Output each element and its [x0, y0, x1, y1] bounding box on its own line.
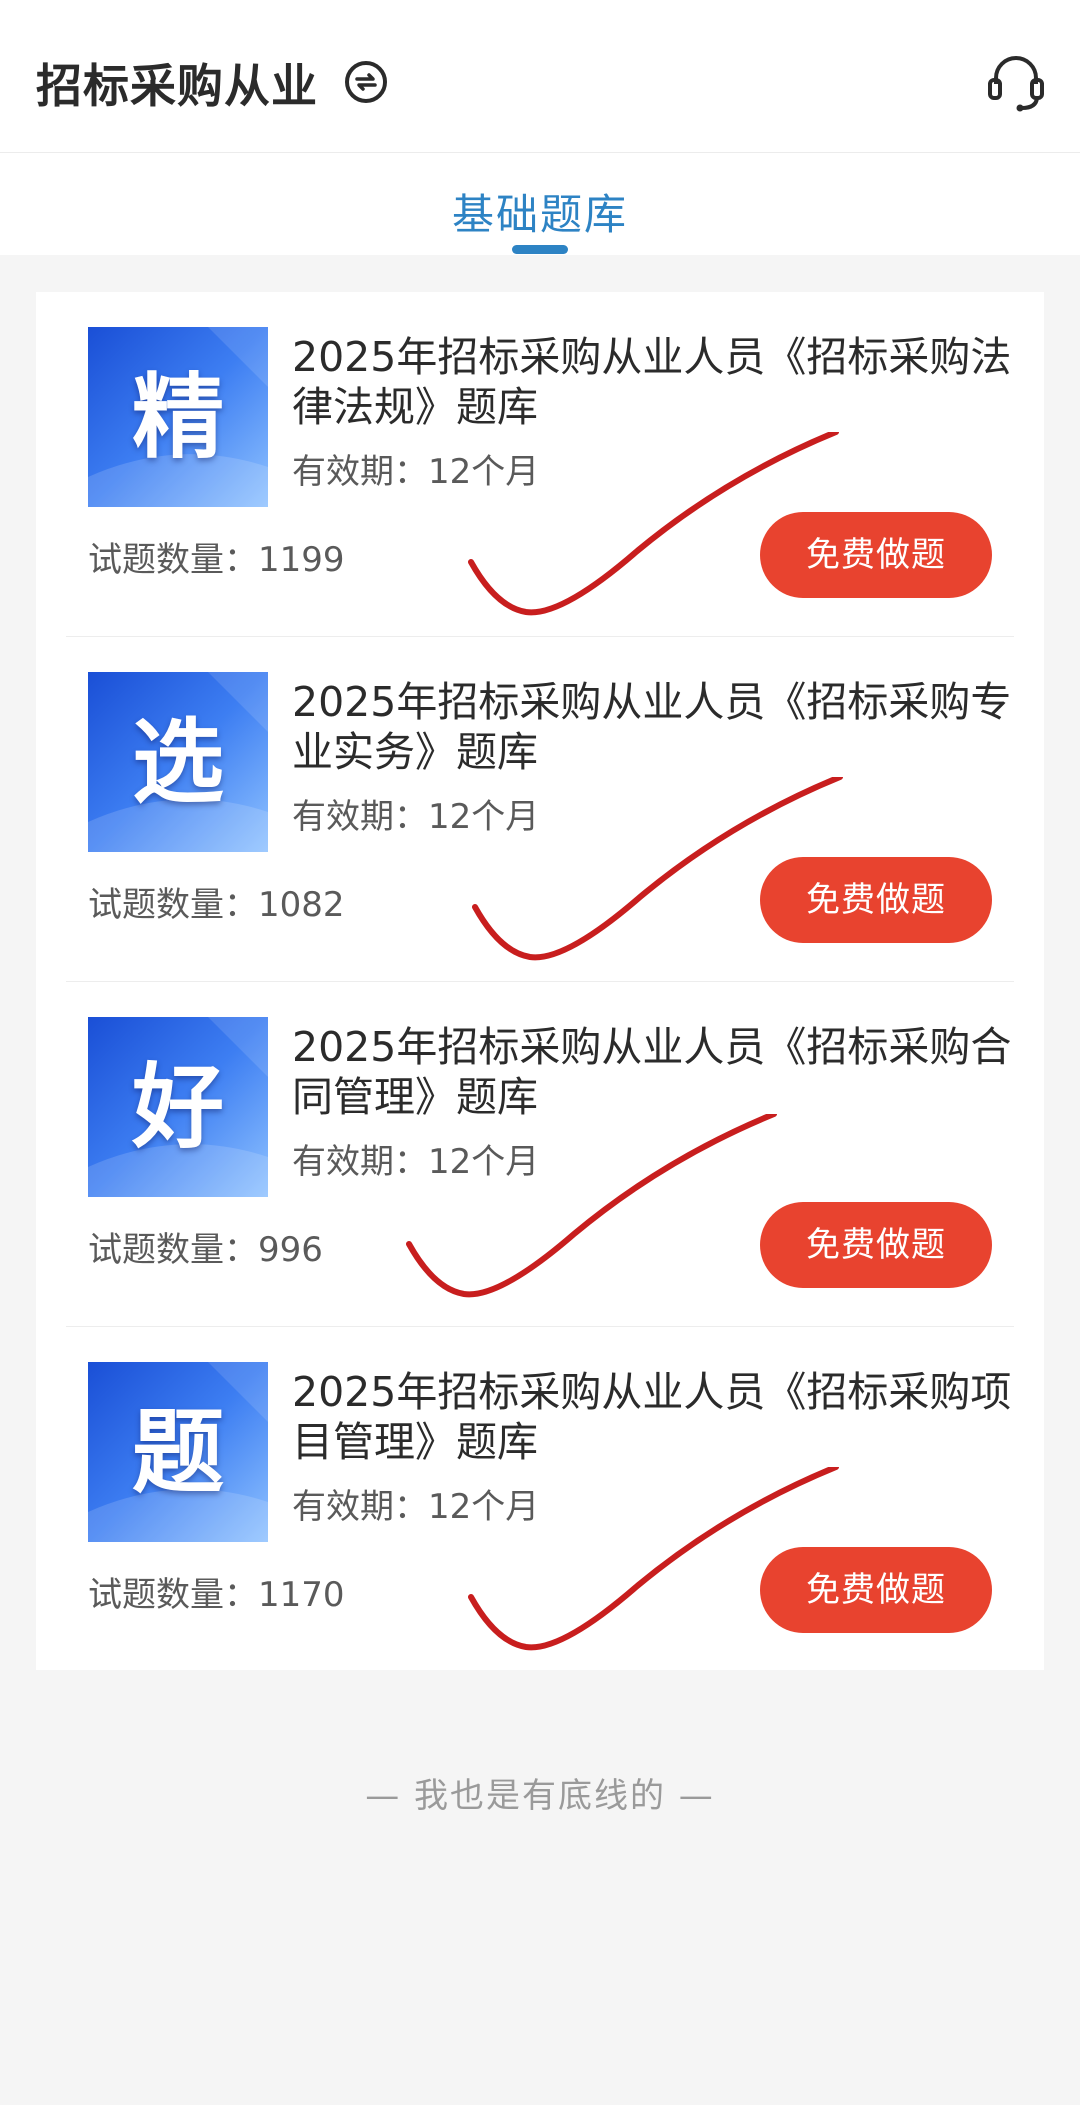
headset-icon[interactable] — [984, 50, 1048, 114]
question-bank-list: 精 2025年招标采购从业人员《招标采购法律法规》题库 有效期：12个月 试题数… — [36, 292, 1044, 1670]
top-bar: 招标采购从业 — [0, 0, 1080, 153]
app-title: 招标采购从业 — [36, 59, 318, 113]
free-practice-button[interactable]: 免费做题 — [760, 1202, 992, 1288]
cover-char: 好 — [131, 1053, 224, 1161]
switch-icon[interactable] — [344, 60, 388, 104]
item-title: 2025年招标采购从业人员《招标采购项目管理》题库 — [292, 1368, 1012, 1466]
cover-image: 好 — [88, 1017, 268, 1197]
tab-active-indicator — [512, 245, 568, 254]
cover-char: 选 — [131, 708, 224, 816]
question-count: 试题数量：1170 — [88, 1575, 345, 1615]
end-of-list-note: — 我也是有底线的 — — [365, 1776, 715, 1816]
cover-char: 题 — [131, 1398, 224, 1506]
free-practice-button[interactable]: 免费做题 — [760, 857, 992, 943]
cover-image: 精 — [88, 327, 268, 507]
validity-text: 有效期：12个月 — [292, 797, 540, 837]
cover-image: 题 — [88, 1362, 268, 1542]
validity-text: 有效期：12个月 — [292, 1487, 540, 1527]
free-practice-button[interactable]: 免费做题 — [760, 1547, 992, 1633]
item-title: 2025年招标采购从业人员《招标采购专业实务》题库 — [292, 678, 1012, 776]
list-item[interactable]: 选 2025年招标采购从业人员《招标采购专业实务》题库 有效期：12个月 试题数… — [36, 637, 1044, 982]
list-item[interactable]: 好 2025年招标采购从业人员《招标采购合同管理》题库 有效期：12个月 试题数… — [36, 982, 1044, 1327]
cover-image: 选 — [88, 672, 268, 852]
list-item[interactable]: 精 2025年招标采购从业人员《招标采购法律法规》题库 有效期：12个月 试题数… — [36, 292, 1044, 637]
question-count: 试题数量：1082 — [88, 885, 345, 925]
tab-basic-question-bank[interactable]: 基础题库 — [0, 181, 1080, 242]
validity-text: 有效期：12个月 — [292, 452, 540, 492]
cover-char: 精 — [131, 363, 224, 471]
item-title: 2025年招标采购从业人员《招标采购法律法规》题库 — [292, 333, 1012, 431]
question-count: 试题数量：996 — [88, 1230, 323, 1270]
question-count: 试题数量：1199 — [88, 540, 345, 580]
validity-text: 有效期：12个月 — [292, 1142, 540, 1182]
free-practice-button[interactable]: 免费做题 — [760, 512, 992, 598]
item-title: 2025年招标采购从业人员《招标采购合同管理》题库 — [292, 1023, 1012, 1121]
tab-bar: 基础题库 — [0, 153, 1080, 255]
list-item[interactable]: 题 2025年招标采购从业人员《招标采购项目管理》题库 有效期：12个月 试题数… — [36, 1327, 1044, 1672]
